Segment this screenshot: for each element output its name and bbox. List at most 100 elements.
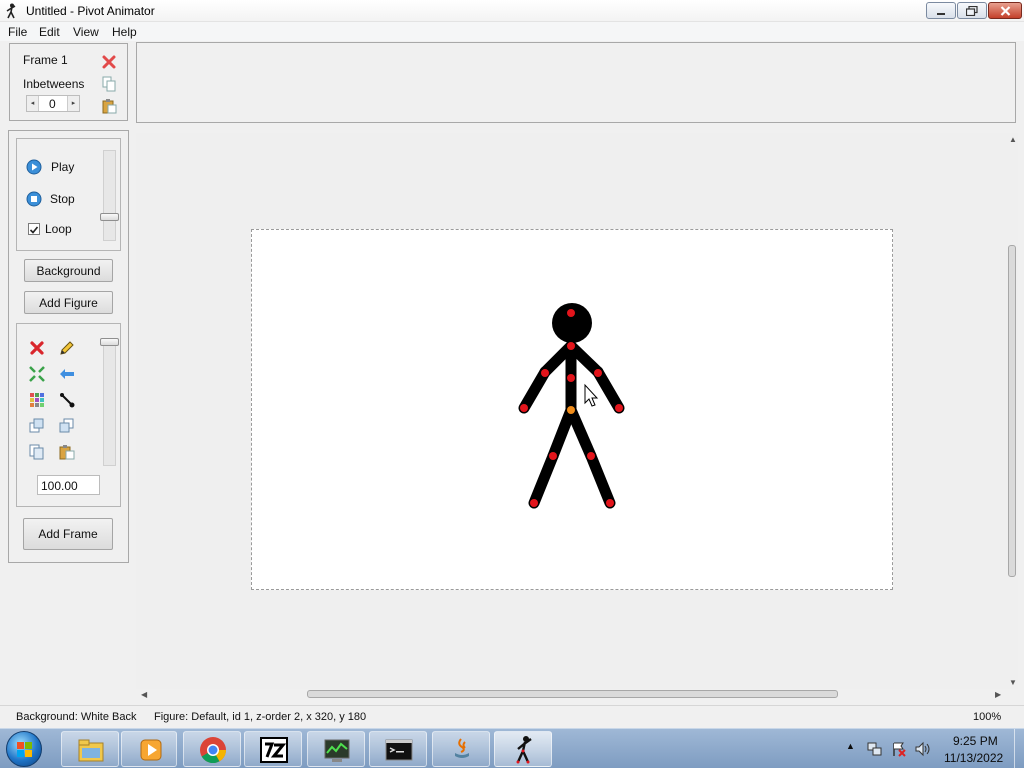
joint-handle[interactable] [520, 404, 528, 412]
bring-front-icon[interactable] [29, 418, 45, 434]
delete-frame-icon[interactable] [101, 54, 117, 70]
close-button[interactable] [988, 2, 1022, 19]
loop-checkbox[interactable]: Loop [28, 222, 108, 238]
figure-head[interactable] [552, 303, 592, 343]
menu-file[interactable]: File [8, 25, 27, 39]
stop-button[interactable]: Stop [26, 191, 106, 209]
joint-handle[interactable] [567, 374, 575, 382]
title-bar: Untitled - Pivot Animator [0, 0, 1024, 22]
joint-handle[interactable] [530, 499, 538, 507]
stop-label: Stop [50, 192, 75, 206]
origin-joint-handle[interactable] [567, 406, 575, 414]
stepper-right-icon[interactable]: ▸ [67, 96, 79, 111]
joint-handle[interactable] [594, 369, 602, 377]
status-zoom: 100% [973, 711, 1002, 723]
start-button[interactable] [6, 731, 42, 767]
control-panel: Play Stop Loop Background Add Figure 100… [8, 130, 129, 563]
scroll-up-icon[interactable]: ▲ [1009, 135, 1017, 144]
taskbar-explorer[interactable] [61, 731, 119, 767]
vertical-scroll-thumb[interactable] [1008, 245, 1016, 577]
windows-explorer-icon [78, 739, 104, 762]
loop-check-icon [28, 223, 40, 235]
edit-figure-icon[interactable] [59, 340, 75, 356]
horizontal-scroll-thumb[interactable] [307, 690, 838, 698]
scale-input[interactable]: 100.00 [37, 475, 100, 495]
taskbar-command-prompt[interactable] [369, 731, 427, 767]
menu-edit[interactable]: Edit [39, 25, 60, 39]
inbetweens-label: Inbetweens [23, 77, 85, 91]
joint-handle[interactable] [587, 452, 595, 460]
joint-handle[interactable] [549, 452, 557, 460]
segment-tool-icon[interactable] [59, 392, 75, 408]
copy-frame-icon[interactable] [101, 76, 117, 92]
chrome-icon [200, 737, 227, 764]
add-frame-button[interactable]: Add Frame [23, 518, 113, 550]
minimize-icon [937, 12, 945, 15]
task-manager-icon [324, 739, 350, 762]
menu-help[interactable]: Help [112, 25, 137, 39]
speed-slider-thumb[interactable] [100, 213, 119, 221]
send-back-icon[interactable] [59, 418, 75, 434]
copy-figure-icon[interactable] [29, 444, 45, 460]
paste-frame-icon[interactable] [101, 98, 117, 114]
frame-label: Frame 1 [23, 53, 68, 67]
figure-tools-group: 100.00 [16, 323, 121, 507]
inbetweens-stepper[interactable]: ◂ 0 ▸ [26, 95, 80, 112]
menu-bar: File Edit View Help [0, 22, 1024, 41]
taskbar-media-player[interactable] [121, 731, 177, 767]
stick-figure[interactable] [251, 229, 893, 590]
play-label: Play [51, 160, 75, 174]
pivot-app-icon [6, 3, 16, 19]
inbetweens-value: 0 [49, 97, 56, 111]
status-figure: Figure: Default, id 1, z-order 2, x 320,… [154, 711, 367, 723]
restore-icon [966, 5, 978, 16]
network-icon[interactable] [866, 741, 882, 757]
status-bar: Background: White Back Figure: Default, … [0, 705, 1024, 727]
mouse-cursor-icon [584, 383, 599, 407]
joint-handle[interactable] [567, 309, 575, 317]
menu-view[interactable]: View [73, 25, 99, 39]
scroll-right-icon[interactable]: ▶ [995, 690, 1001, 699]
stop-icon [26, 191, 42, 207]
scroll-down-icon[interactable]: ▼ [1009, 678, 1017, 687]
taskbar-pivot-animator[interactable] [494, 731, 552, 767]
status-background: Background: White Back [16, 711, 137, 723]
frame-panel: Frame 1 Inbetweens ◂ 0 ▸ [9, 43, 128, 121]
stepper-left-icon[interactable]: ◂ [27, 96, 39, 111]
taskbar-chrome[interactable] [183, 731, 241, 767]
taskbar-task-manager[interactable] [307, 731, 365, 767]
pivot-animator-icon [516, 736, 532, 764]
show-hidden-icons[interactable]: ▲ [846, 741, 855, 751]
taskbar-java[interactable] [432, 731, 490, 767]
joint-handle[interactable] [541, 369, 549, 377]
window-title: Untitled - Pivot Animator [26, 4, 155, 18]
show-desktop-button[interactable] [1014, 729, 1024, 768]
paste-figure-icon[interactable] [59, 444, 75, 460]
close-icon [1000, 5, 1010, 16]
flip-figure-icon[interactable] [59, 366, 75, 382]
loop-label: Loop [45, 222, 72, 236]
joint-handle[interactable] [606, 499, 614, 507]
clock-time[interactable]: 9:25 PM [953, 734, 998, 748]
color-figure-icon[interactable] [29, 392, 45, 408]
delete-figure-icon[interactable] [29, 340, 45, 356]
clock-date[interactable]: 11/13/2022 [944, 751, 1003, 765]
speed-slider[interactable] [103, 150, 116, 241]
joint-handle[interactable] [615, 404, 623, 412]
scale-slider-thumb[interactable] [100, 338, 119, 346]
taskbar-7zip[interactable] [244, 731, 302, 767]
taskbar: ▲ 9:25 PM 11/13/2022 [0, 728, 1024, 768]
volume-icon[interactable] [914, 741, 932, 757]
frame-timeline[interactable] [136, 42, 1016, 123]
scale-slider[interactable] [103, 338, 116, 466]
joint-handle[interactable] [567, 342, 575, 350]
play-button[interactable]: Play [26, 159, 106, 177]
scroll-left-icon[interactable]: ◀ [141, 690, 147, 699]
background-button[interactable]: Background [24, 259, 113, 282]
windows-logo-icon [17, 742, 32, 757]
add-figure-button[interactable]: Add Figure [24, 291, 113, 314]
action-center-icon[interactable] [891, 741, 907, 757]
minimize-button[interactable] [926, 2, 956, 19]
restore-button[interactable] [957, 2, 987, 19]
center-figure-icon[interactable] [29, 366, 45, 382]
